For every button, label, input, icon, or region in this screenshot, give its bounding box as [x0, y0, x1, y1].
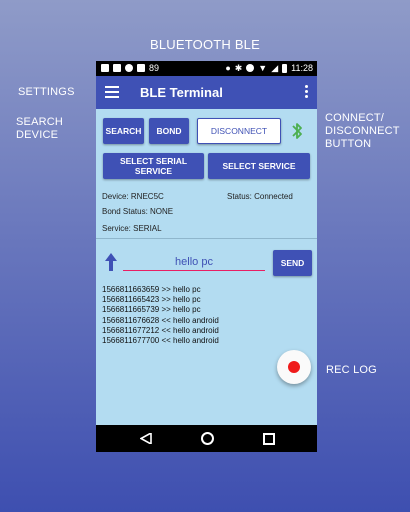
status-left-text: 89: [149, 63, 160, 73]
rec-log-button[interactable]: [277, 350, 311, 384]
select-serial-service-button[interactable]: SELECT SERIAL SERVICE: [103, 153, 204, 179]
log-line: 1566811665739 >> hello pc: [102, 305, 201, 315]
log-line: 1566811665423 >> hello pc: [102, 295, 201, 305]
status-bar: 89 ● ✱ ▼ ◢ 11:28: [96, 61, 317, 76]
disconnect-button[interactable]: DISCONNECT: [197, 118, 281, 144]
bond-button[interactable]: BOND: [149, 118, 189, 144]
bluetooth-connected-icon: [292, 123, 302, 139]
screenshot-icon: [113, 64, 121, 72]
wifi-icon: ▼: [258, 63, 268, 73]
nav-bar: [96, 425, 317, 452]
log-line: 1566811677700 << hello android: [102, 336, 219, 346]
notification-icon: [137, 64, 145, 72]
log-line: 1566811677212 << hello android: [102, 325, 219, 335]
service-label: Service: SERIAL: [102, 224, 162, 233]
android-icon: [125, 64, 133, 72]
device-label: Device: RNEC5C: [102, 192, 164, 201]
more-vert-icon[interactable]: [301, 84, 311, 100]
battery-icon: [282, 63, 288, 73]
annotation-connect-disconnect: CONNECT/ DISCONNECT BUTTON: [325, 112, 400, 150]
phone-screen: 89 ● ✱ ▼ ◢ 11:28 BLE Terminal SEARCH BON…: [96, 61, 317, 452]
back-icon[interactable]: [140, 433, 152, 444]
home-icon[interactable]: [201, 432, 214, 445]
status-time: 11:28: [291, 63, 313, 73]
do-not-disturb-icon: [246, 64, 255, 72]
app-title: BLE Terminal: [140, 85, 223, 100]
signal-icon: ◢: [271, 63, 279, 73]
select-service-button[interactable]: SELECT SERVICE: [208, 153, 310, 179]
recent-apps-icon[interactable]: [263, 433, 275, 445]
message-input[interactable]: [123, 254, 265, 271]
hamburger-icon[interactable]: [105, 86, 119, 98]
app-bar: BLE Terminal: [96, 76, 317, 109]
annotation-search-device: SEARCH DEVICE: [16, 116, 64, 141]
arrow-up-icon[interactable]: [105, 252, 117, 272]
search-button[interactable]: SEARCH: [103, 118, 144, 144]
annotation-title: BLUETOOTH BLE: [149, 37, 260, 52]
location-icon: ●: [225, 63, 231, 73]
bluetooth-status-icon: ✱: [234, 63, 243, 73]
send-button[interactable]: SEND: [273, 250, 312, 276]
connection-status-label: Status: Connected: [227, 192, 293, 201]
annotation-settings: SETTINGS: [18, 86, 75, 98]
log-line: 1566811676628 << hello android: [102, 315, 219, 325]
log-list: 1566811663659 >> hello pc 1566811665423 …: [102, 285, 219, 346]
record-icon: [288, 361, 300, 373]
log-line: 1566811663659 >> hello pc: [102, 285, 201, 294]
divider: [96, 238, 317, 239]
annotation-rec-log: REC LOG: [326, 364, 377, 376]
video-icon: [101, 64, 109, 72]
bond-status-label: Bond Status: NONE: [102, 207, 174, 216]
